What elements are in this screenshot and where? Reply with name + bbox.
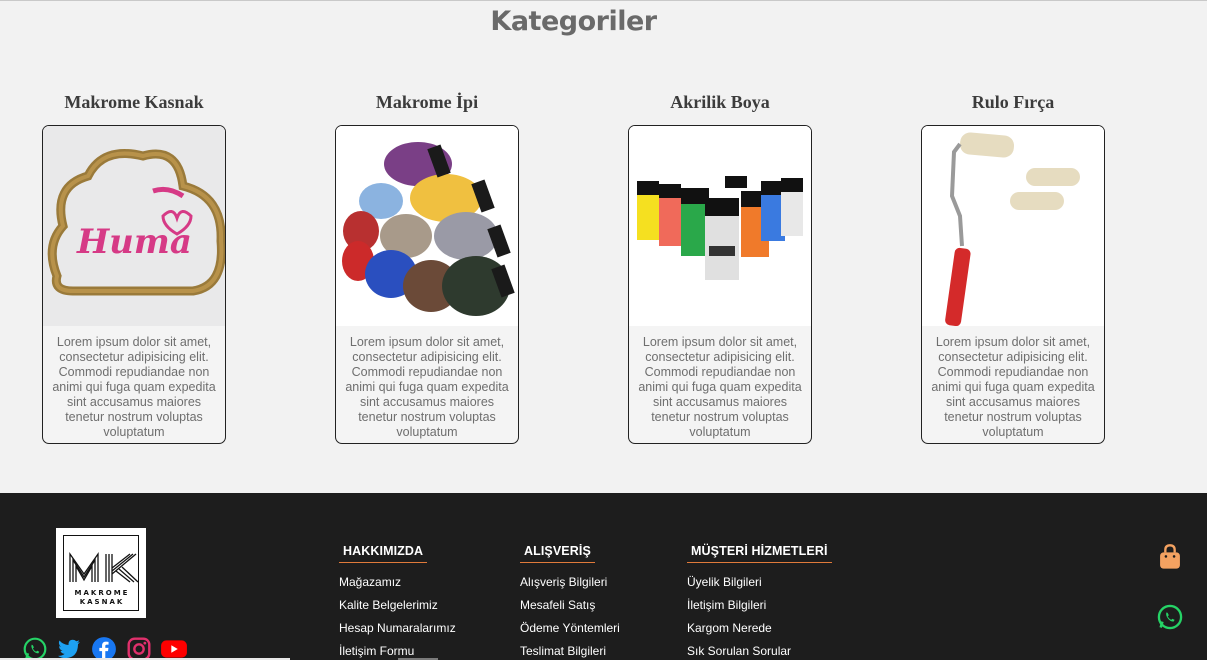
- category-title: Makrome Kasnak: [64, 92, 204, 112]
- whatsapp-float-icon[interactable]: [1156, 603, 1184, 631]
- category-item-akrilik-boya[interactable]: Akrilik Boya Lorem ipsum dolor sit amet,…: [620, 90, 820, 444]
- category-description: Lorem ipsum dolor sit amet, consectetur …: [52, 335, 216, 439]
- twitter-icon[interactable]: [56, 636, 82, 660]
- footer-column-about: HAKKIMIZDA Mağazamız Kalite Belgelerimiz…: [339, 540, 456, 660]
- svg-text:Huma: Huma: [76, 222, 192, 262]
- category-image: Huma: [43, 126, 225, 326]
- category-item-rulo-firca[interactable]: Rulo Fırça Lorem ipsum dolor sit amet, c…: [913, 90, 1113, 444]
- footer-heading: ALIŞVERİŞ: [520, 544, 595, 563]
- category-image: [629, 126, 811, 326]
- logo-frame: MAKROME KASNAK: [63, 535, 139, 611]
- footer-column-customer-service: MÜŞTERİ HİZMETLERİ Üyelik Bilgileri İlet…: [687, 540, 832, 660]
- footer-link[interactable]: Sık Sorulan Sorular: [687, 644, 832, 660]
- top-divider: [0, 0, 1207, 1]
- category-item-makrome-ipi[interactable]: Makrome İpi Lorem ipsum dolor sit amet, …: [327, 90, 527, 444]
- youtube-icon[interactable]: [160, 636, 188, 660]
- logo-line-2: KASNAK: [79, 598, 125, 606]
- category-card[interactable]: Lorem ipsum dolor sit amet, consectetur …: [921, 125, 1105, 444]
- footer-link-list: Alışveriş Bilgileri Mesafeli Satış Ödeme…: [520, 575, 620, 660]
- footer-heading: HAKKIMIZDA: [339, 544, 428, 563]
- footer-link[interactable]: Hesap Numaralarımız: [339, 621, 456, 644]
- mk-monogram-icon: [69, 551, 139, 583]
- footer-heading: MÜŞTERİ HİZMETLERİ: [687, 544, 832, 563]
- category-card[interactable]: Lorem ipsum dolor sit amet, consectetur …: [335, 125, 519, 444]
- category-image: [336, 126, 518, 326]
- footer-link[interactable]: Alışveriş Bilgileri: [520, 575, 620, 598]
- category-description: Lorem ipsum dolor sit amet, consectetur …: [345, 335, 509, 439]
- footer-link-list: Mağazamız Kalite Belgelerimiz Hesap Numa…: [339, 575, 456, 660]
- category-description: Lorem ipsum dolor sit amet, consectetur …: [638, 335, 802, 439]
- footer-link[interactable]: İletişim Bilgileri: [687, 598, 832, 621]
- facebook-icon[interactable]: [91, 636, 117, 660]
- section-title: Kategoriler: [490, 6, 657, 37]
- brand-logo[interactable]: MAKROME KASNAK: [56, 528, 146, 618]
- category-title: Rulo Fırça: [971, 92, 1055, 112]
- category-image: [922, 126, 1104, 326]
- footer-column-shopping: ALIŞVERİŞ Alışveriş Bilgileri Mesafeli S…: [520, 540, 620, 660]
- category-card[interactable]: Lorem ipsum dolor sit amet, consectetur …: [628, 125, 812, 444]
- shopping-bag-icon[interactable]: [1156, 543, 1184, 571]
- footer-link[interactable]: Ödeme Yöntemleri: [520, 621, 620, 644]
- category-title: Akrilik Boya: [670, 92, 770, 112]
- category-card[interactable]: Huma Lorem ipsum dolor sit amet, consect…: [42, 125, 226, 444]
- footer-link[interactable]: Kargom Nerede: [687, 621, 832, 644]
- whatsapp-icon[interactable]: [22, 636, 48, 660]
- footer-link-list: Üyelik Bilgileri İletişim Bilgileri Karg…: [687, 575, 832, 660]
- category-title: Makrome İpi: [375, 92, 479, 112]
- footer-link[interactable]: Üyelik Bilgileri: [687, 575, 832, 598]
- footer-link[interactable]: Mesafeli Satış: [520, 598, 620, 621]
- footer-link[interactable]: Teslimat Bilgileri: [520, 644, 620, 660]
- footer: MAKROME KASNAK HAKKIMIZDA Mağazamız Kali…: [0, 493, 1207, 660]
- footer-link[interactable]: Kalite Belgelerimiz: [339, 598, 456, 621]
- instagram-icon[interactable]: [126, 636, 152, 660]
- category-description: Lorem ipsum dolor sit amet, consectetur …: [931, 335, 1095, 439]
- footer-link[interactable]: Mağazamız: [339, 575, 456, 598]
- logo-line-1: MAKROME: [74, 589, 130, 597]
- category-item-makrome-kasnak[interactable]: Makrome Kasnak Huma Lorem ipsum dolor si…: [34, 90, 234, 444]
